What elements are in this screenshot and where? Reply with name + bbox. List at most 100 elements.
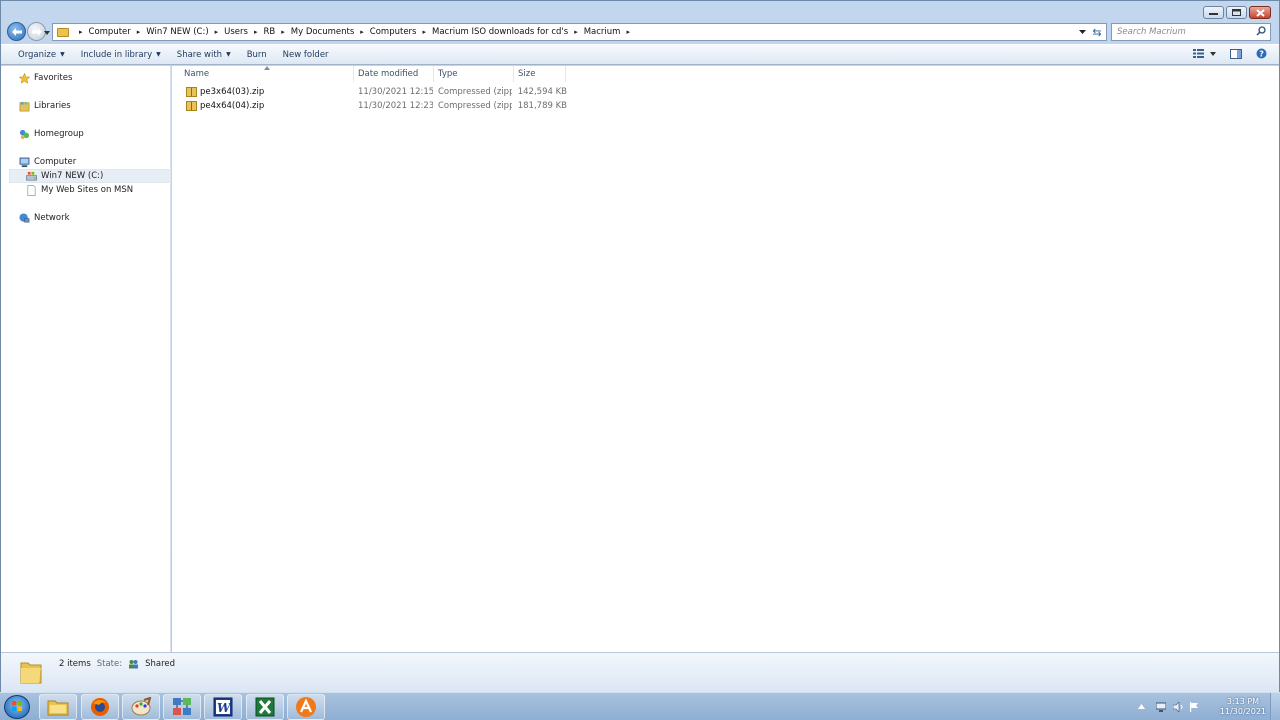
network-tray-icon[interactable] bbox=[1156, 702, 1166, 712]
chevron-right-icon[interactable]: ▸ bbox=[422, 28, 426, 36]
item-count: 2 items bbox=[59, 659, 91, 669]
file-name: pe4x64(04).zip bbox=[200, 101, 265, 111]
file-date: 11/30/2021 12:15 ... bbox=[358, 87, 433, 97]
nav-favorites[interactable]: Favorites bbox=[19, 71, 72, 85]
svg-text:?: ? bbox=[1259, 50, 1264, 59]
action-center-flag-icon[interactable] bbox=[1189, 702, 1199, 712]
chevron-right-icon[interactable]: ▸ bbox=[360, 28, 364, 36]
close-icon[interactable] bbox=[1249, 6, 1271, 19]
zip-folder-icon bbox=[186, 101, 197, 111]
start-button[interactable] bbox=[4, 695, 30, 719]
nav-homegroup[interactable]: Homegroup bbox=[19, 127, 84, 141]
taskbar-paint-button[interactable] bbox=[122, 694, 160, 720]
clock[interactable]: 3:13 PM 11/30/2021 bbox=[1220, 697, 1266, 717]
chevron-right-icon[interactable]: ▸ bbox=[254, 28, 258, 36]
column-date-label: Date modified bbox=[358, 69, 419, 79]
show-desktop-button[interactable] bbox=[1270, 693, 1280, 720]
minimize-icon[interactable] bbox=[1203, 6, 1224, 19]
help-icon[interactable]: ? bbox=[1256, 48, 1267, 59]
search-icon[interactable] bbox=[1256, 26, 1266, 36]
nav-network-label: Network bbox=[34, 213, 70, 223]
navigation-pane: Favorites Libraries Homegroup Computer W… bbox=[1, 66, 171, 652]
arrow-right-icon bbox=[31, 27, 42, 36]
address-bar[interactable]: ▸ Computer ▸ Win7 NEW (C:) ▸ Users ▸ RB ▸ My … bbox=[52, 23, 1107, 41]
nav-drive-c[interactable]: Win7 NEW (C:) bbox=[9, 169, 171, 183]
chevron-right-icon[interactable]: ▸ bbox=[137, 28, 141, 36]
drive-icon bbox=[26, 171, 37, 180]
chevron-down-icon bbox=[1210, 51, 1216, 56]
chevron-down-icon: ▼ bbox=[156, 51, 161, 58]
burn-label: Burn bbox=[246, 49, 267, 60]
svg-text:W: W bbox=[217, 701, 232, 715]
homegroup-icon bbox=[19, 129, 30, 139]
organize-button[interactable]: Organize ▼ bbox=[13, 50, 70, 60]
column-header-name[interactable]: Name bbox=[180, 66, 354, 82]
taskbar-network-app-button[interactable] bbox=[163, 694, 201, 720]
windows-logo-icon bbox=[12, 701, 22, 711]
maximize-icon[interactable] bbox=[1226, 6, 1247, 19]
nav-network[interactable]: Network bbox=[19, 211, 70, 225]
breadcrumb-users[interactable]: Users bbox=[224, 27, 248, 37]
share-with-button[interactable]: Share with ▼ bbox=[172, 50, 236, 60]
chevron-right-icon[interactable]: ▸ bbox=[215, 28, 219, 36]
taskbar-explorer-button[interactable] bbox=[39, 694, 77, 720]
state-label: State: bbox=[96, 659, 123, 669]
nav-homegroup-label: Homegroup bbox=[34, 129, 84, 139]
column-header-date[interactable]: Date modified bbox=[354, 66, 434, 82]
include-in-library-button[interactable]: Include in library ▼ bbox=[76, 50, 166, 60]
column-header-type[interactable]: Type bbox=[434, 66, 514, 82]
organize-label: Organize bbox=[18, 49, 57, 60]
preview-pane-icon[interactable] bbox=[1230, 48, 1242, 59]
table-row[interactable]: pe4x64(04).zip 11/30/2021 12:23 ... Comp… bbox=[183, 99, 568, 113]
address-history-dropdown[interactable] bbox=[1079, 27, 1086, 37]
network-icon bbox=[19, 212, 30, 222]
nav-libraries[interactable]: Libraries bbox=[19, 99, 71, 113]
address-row: ▸ Computer ▸ Win7 NEW (C:) ▸ Users ▸ RB ▸ My … bbox=[1, 22, 1279, 42]
breadcrumb-macrium-iso[interactable]: Macrium ISO downloads for cd's bbox=[432, 27, 568, 37]
table-row[interactable]: pe3x64(03).zip 11/30/2021 12:15 ... Comp… bbox=[183, 85, 568, 99]
nav-libraries-label: Libraries bbox=[34, 101, 71, 111]
chevron-down-icon: ▼ bbox=[226, 51, 231, 58]
breadcrumb-computers[interactable]: Computers bbox=[370, 27, 417, 37]
clock-date: 11/30/2021 bbox=[1219, 707, 1266, 716]
file-name-cell: pe4x64(04).zip bbox=[186, 99, 346, 113]
recent-pages-dropdown[interactable] bbox=[44, 28, 50, 38]
search-input[interactable]: Search Macrium bbox=[1111, 23, 1271, 41]
column-type-label: Type bbox=[438, 69, 458, 79]
star-icon bbox=[19, 72, 30, 84]
taskbar-excel-button[interactable] bbox=[246, 694, 284, 720]
command-bar: Organize ▼ Include in library ▼ Share with… bbox=[1, 44, 1279, 65]
change-view-button[interactable] bbox=[1193, 49, 1216, 58]
column-name-label: Name bbox=[184, 69, 210, 79]
library-icon bbox=[19, 101, 30, 111]
new-folder-button[interactable]: New folder bbox=[278, 50, 334, 60]
taskbar-word-button[interactable]: W bbox=[204, 694, 242, 720]
folder-icon bbox=[57, 27, 69, 37]
chevron-right-icon[interactable]: ▸ bbox=[79, 28, 83, 36]
breadcrumb-macrium[interactable]: Macrium bbox=[584, 27, 621, 37]
nav-my-web-sites[interactable]: My Web Sites on MSN bbox=[26, 183, 133, 197]
word-icon: W bbox=[213, 697, 233, 717]
taskbar-firefox-button[interactable] bbox=[81, 694, 119, 720]
nav-my-web-sites-label: My Web Sites on MSN bbox=[41, 185, 134, 195]
back-button[interactable] bbox=[7, 22, 26, 41]
chevron-right-icon[interactable]: ▸ bbox=[574, 28, 578, 36]
file-name-cell: pe3x64(03).zip bbox=[186, 85, 346, 99]
breadcrumb-my-documents[interactable]: My Documents bbox=[291, 27, 355, 37]
show-hidden-icons-icon[interactable] bbox=[1138, 704, 1145, 709]
file-list: Name Date modified Type Size pe3x64(03).… bbox=[172, 66, 1279, 652]
chevron-right-icon[interactable]: ▸ bbox=[281, 28, 285, 36]
burn-button[interactable]: Burn bbox=[242, 50, 272, 60]
nav-computer[interactable]: Computer bbox=[19, 155, 76, 169]
view-list-icon bbox=[1193, 49, 1204, 58]
column-header-size[interactable]: Size bbox=[514, 66, 566, 82]
taskbar-avast-button[interactable] bbox=[287, 694, 325, 720]
breadcrumb-drive-c[interactable]: Win7 NEW (C:) bbox=[146, 27, 208, 37]
breadcrumb-computer[interactable]: Computer bbox=[89, 27, 131, 37]
breadcrumb-rb[interactable]: RB bbox=[263, 27, 275, 37]
chevron-right-icon[interactable]: ▸ bbox=[626, 28, 630, 36]
refresh-icon[interactable]: ⇆ bbox=[1090, 25, 1104, 39]
file-date: 11/30/2021 12:23 ... bbox=[358, 101, 433, 111]
nav-computer-label: Computer bbox=[34, 157, 77, 167]
volume-icon[interactable] bbox=[1173, 702, 1183, 712]
